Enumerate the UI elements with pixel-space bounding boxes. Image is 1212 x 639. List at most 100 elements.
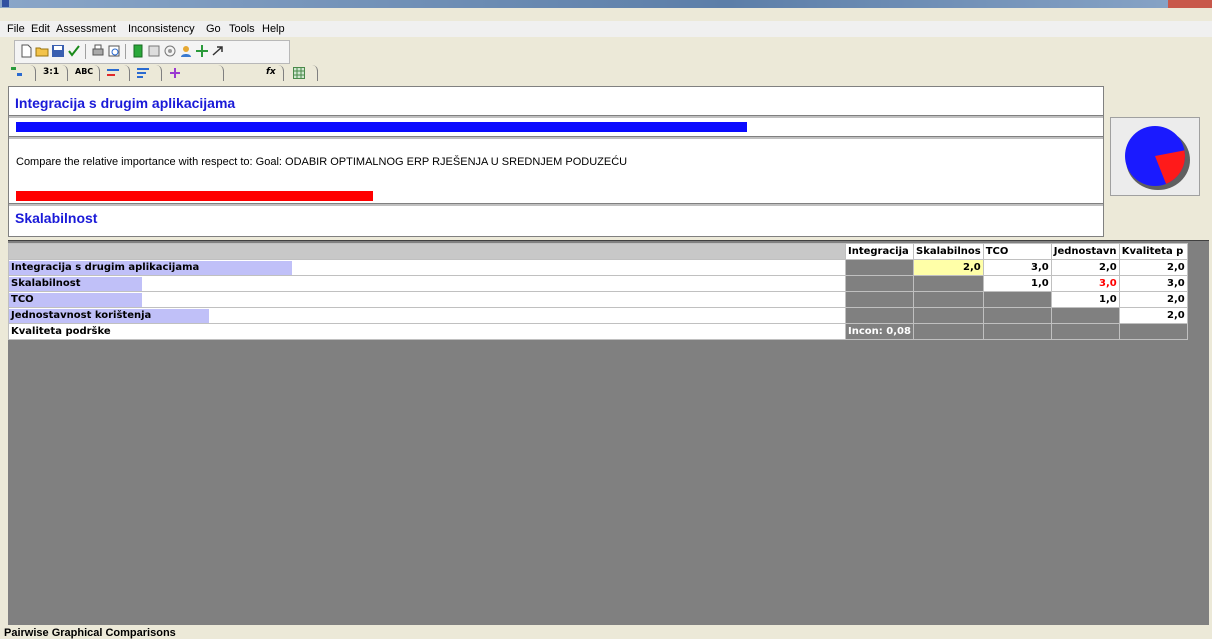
row-label: Skalabilnost [8, 275, 846, 292]
add-goal-icon[interactable] [195, 44, 209, 58]
matrix-row: Skalabilnost 1,0 3,0 3,0 [8, 275, 1188, 292]
matrix-cell[interactable]: 3,0 [1050, 275, 1120, 292]
menu-go[interactable]: Go [206, 23, 221, 35]
tab-numerical[interactable]: 3:1 [38, 65, 68, 81]
tab-formula[interactable]: fx [260, 65, 284, 81]
status-text: Pairwise Graphical Comparisons [4, 627, 176, 639]
matrix-cell [845, 275, 914, 292]
title-bar [0, 0, 1212, 8]
check-icon[interactable] [67, 44, 81, 58]
comparison-matrix-area: Integracija Skalabilnos TCO Jednostavn K… [8, 240, 1209, 625]
matrix-cell [982, 307, 1052, 324]
divider [9, 136, 1103, 139]
menu-tools[interactable]: Tools [229, 23, 255, 35]
graphical-comparison-panel: Integracija s drugim aplikacijama Compar… [8, 86, 1104, 237]
matrix-row: Jednostavnost korištenja 2,0 [8, 307, 1188, 324]
matrix-header-row: Integracija Skalabilnos TCO Jednostavn K… [8, 243, 1188, 260]
network-icon[interactable] [163, 44, 177, 58]
matrix-cell [982, 291, 1052, 308]
menu-edit[interactable]: Edit [31, 23, 50, 35]
tab-formula-label: fx [266, 67, 276, 77]
matrix-cell [913, 291, 984, 308]
row-label-text: Kvaliteta podrške [11, 326, 111, 337]
pie-chart [1110, 117, 1200, 196]
matrix-cell[interactable]: 2,0 [1050, 259, 1120, 276]
list-bars-icon [137, 68, 149, 78]
app-icon [2, 0, 9, 7]
menu-file[interactable]: File [7, 23, 25, 35]
column-header: TCO [982, 243, 1052, 260]
column-header: Skalabilnos [913, 243, 984, 260]
matrix-cell[interactable]: 2,0 [1118, 259, 1188, 276]
matrix-row: Kvaliteta podrške Incon: 0,08 [8, 323, 1188, 340]
inconsistency-value: Incon: 0,08 [845, 323, 914, 340]
matrix-row: TCO 1,0 2,0 [8, 291, 1188, 308]
menu-inconsistency[interactable]: Inconsistency [128, 23, 195, 35]
matrix-cell [845, 291, 914, 308]
toolbar [14, 40, 290, 64]
save-icon[interactable] [51, 44, 65, 58]
open-folder-icon[interactable] [35, 44, 49, 58]
menu-help[interactable]: Help [262, 23, 285, 35]
tree-icon [11, 67, 22, 76]
tab-questionnaire[interactable] [132, 65, 162, 81]
comparison-matrix: Integracija Skalabilnos TCO Jednostavn K… [8, 243, 1188, 340]
print-icon[interactable] [91, 44, 105, 58]
arrow-up-right-icon[interactable] [211, 44, 225, 58]
matrix-cell [913, 307, 984, 324]
close-button[interactable] [1168, 0, 1212, 8]
node-b-weight-bar[interactable] [16, 191, 373, 201]
matrix-cell [913, 275, 984, 292]
matrix-cell [1050, 307, 1120, 324]
matrix-cell[interactable]: 1,0 [982, 275, 1052, 292]
tab-graphical[interactable] [102, 65, 130, 81]
user-icon[interactable] [179, 44, 193, 58]
row-label-text: Integracija s drugim aplikacijama [11, 262, 200, 273]
matrix-cell[interactable]: 1,0 [1050, 291, 1120, 308]
new-file-icon[interactable] [19, 44, 33, 58]
toolbar-separator [125, 44, 126, 59]
divider [9, 203, 1103, 206]
node-a-weight-bar[interactable] [16, 122, 747, 132]
row-label-text: Jednostavnost korištenja [11, 310, 152, 321]
tab-verbal[interactable]: ABC [70, 65, 100, 81]
menu-assessment[interactable]: Assessment [56, 23, 116, 35]
matrix-cell[interactable]: 3,0 [1118, 275, 1188, 292]
node-a-title: Integracija s drugim aplikacijama [15, 95, 236, 111]
tab-tree[interactable] [8, 65, 36, 81]
grid-icon[interactable] [147, 44, 161, 58]
compare-instruction: Compare the relative importance with res… [16, 156, 628, 168]
divider [9, 115, 1103, 118]
menu-bar: File Edit Assessment Inconsistency Go To… [0, 21, 1212, 37]
row-label-text: TCO [11, 294, 34, 305]
matrix-cell[interactable]: 2,0 [1118, 291, 1188, 308]
tab-direct[interactable] [164, 65, 224, 81]
bars-icon [107, 69, 119, 76]
column-header: Kvaliteta p [1118, 243, 1188, 260]
table-icon [293, 67, 305, 79]
toolbar-separator [85, 44, 86, 59]
calculator-icon[interactable] [131, 44, 145, 58]
matrix-cell [913, 323, 984, 340]
tab-numerical-label: 3:1 [43, 67, 60, 77]
column-header: Integracija [845, 243, 914, 260]
matrix-row: Integracija s drugim aplikacijama 2,0 3,… [8, 259, 1188, 276]
matrix-cell[interactable]: 2,0 [913, 259, 984, 276]
tab-verbal-label: ABC [75, 67, 94, 76]
status-bar: Pairwise Graphical Comparisons [0, 627, 1212, 639]
row-label-text: Skalabilnost [11, 278, 81, 289]
column-header: Jednostavn [1050, 243, 1120, 260]
wand-icon [170, 68, 180, 78]
print-preview-icon[interactable] [107, 44, 121, 58]
row-label: Jednostavnost korištenja [8, 307, 846, 324]
matrix-cell [845, 307, 914, 324]
matrix-cell[interactable]: 3,0 [982, 259, 1052, 276]
matrix-corner [8, 243, 846, 260]
matrix-cell [845, 259, 914, 276]
node-b-title: Skalabilnost [15, 210, 98, 226]
row-label: Kvaliteta podrške [8, 323, 846, 340]
matrix-cell [1050, 323, 1120, 340]
pie-svg [1125, 126, 1190, 190]
matrix-cell[interactable]: 2,0 [1118, 307, 1188, 324]
tab-matrix[interactable] [288, 65, 318, 81]
